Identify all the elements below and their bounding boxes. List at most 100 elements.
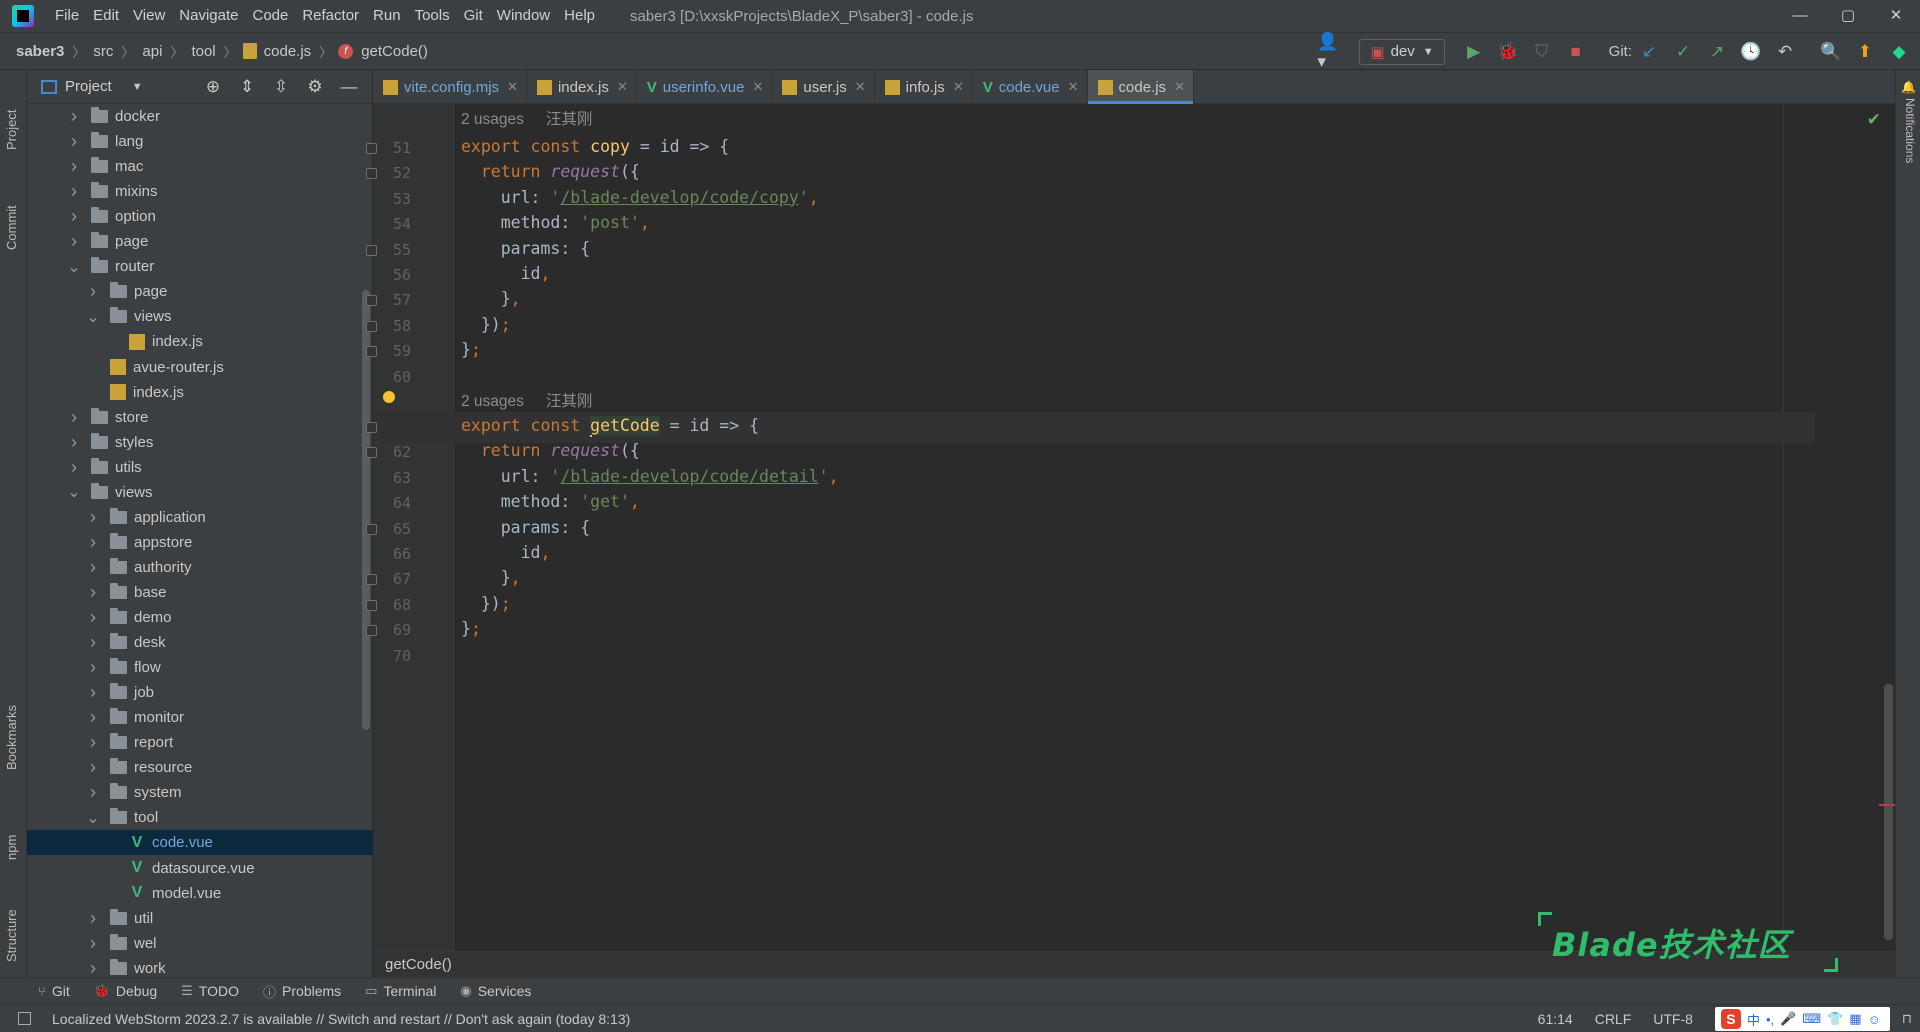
tree-item[interactable]: › page [27,279,373,304]
tree-item[interactable]: › option [27,204,373,229]
tree-item[interactable]: › report [27,730,373,755]
ime-punctuation-icon[interactable]: •, [1766,1012,1774,1027]
editor-tab[interactable]: Vuserinfo.vue ✕ [637,70,773,104]
ime-emoji-icon[interactable]: ☺ [1868,1012,1881,1027]
tree-item[interactable]: › store [27,405,373,430]
close-tab-icon[interactable]: ✕ [855,79,866,95]
status-message[interactable]: Localized WebStorm 2023.2.7 is available… [52,1011,630,1027]
fold-marker-icon[interactable] [366,599,377,611]
editor-tab[interactable]: Vcode.vue ✕ [973,70,1088,104]
tree-item[interactable]: › appstore [27,530,373,555]
chevron-right-icon[interactable]: › [86,632,100,653]
code-editor[interactable]: 5152535455565758596061626364656667686970… [366,104,1895,951]
hide-icon[interactable]: — [332,77,366,97]
tree-item[interactable]: ⌄ views [27,304,373,329]
menu-window[interactable]: Window [490,0,557,32]
fold-marker-icon[interactable] [366,447,377,459]
user-icon[interactable]: 👤▾ [1317,32,1343,71]
close-tab-icon[interactable]: ✕ [617,79,628,95]
tool-tab-services[interactable]: ◉ Services [460,983,531,999]
tree-item[interactable]: › mixins [27,179,373,204]
editor-tab[interactable]: code.js ✕ [1087,70,1194,104]
close-tab-icon[interactable]: ✕ [1068,79,1079,95]
search-icon[interactable]: 🔍 [1818,39,1844,65]
history-icon[interactable]: 🕓 [1738,39,1764,65]
breadcrumb-src[interactable]: src [91,43,115,60]
tree-item[interactable]: › mac [27,154,373,179]
tree-item[interactable]: avue-router.js [27,355,373,380]
menu-refactor[interactable]: Refactor [295,0,366,32]
menu-run[interactable]: Run [366,0,408,32]
ime-keyboard-icon[interactable]: ⌨ [1802,1011,1821,1027]
lock-icon[interactable]: ⊓ [1902,1011,1912,1027]
chevron-down-icon[interactable]: ▼ [132,81,143,93]
file-encoding[interactable]: UTF-8 [1653,1011,1693,1027]
chevron-right-icon[interactable]: › [86,933,100,954]
tree-item[interactable]: › work [27,956,373,977]
tool-tab-todo[interactable]: ☰ TODO [181,983,239,999]
chevron-down-icon[interactable]: ⌄ [67,482,81,502]
chevron-right-icon[interactable]: › [86,732,100,753]
code-line[interactable]: }); [461,315,511,334]
tree-item[interactable]: ⌄ views [27,480,373,505]
breadcrumb-function[interactable]: getCode() [359,43,430,60]
tree-item[interactable]: › demo [27,605,373,630]
toggle-panels-icon[interactable] [18,1012,31,1025]
chevron-right-icon[interactable]: › [86,582,100,603]
debug-icon[interactable]: 🐞 [1495,39,1521,65]
tree-item[interactable]: › system [27,780,373,805]
code-line[interactable]: export const getCode = id => { [461,416,759,437]
tree-item[interactable]: › util [27,906,373,931]
breadcrumb-tool[interactable]: tool [189,43,217,60]
chevron-down-icon[interactable]: ⌄ [67,257,81,277]
tree-item[interactable]: ⌄ tool [27,805,373,830]
chevron-right-icon[interactable]: › [86,281,100,302]
tree-item[interactable]: › wel [27,931,373,956]
tree-item[interactable]: index.js [27,329,373,354]
error-stripe-mark[interactable] [1879,804,1895,806]
scroll-thumb[interactable] [1884,684,1893,940]
tool-tab-debug[interactable]: 🐞 Debug [94,983,157,999]
chevron-down-icon[interactable]: ⌄ [86,307,100,327]
code-line[interactable]: id, [461,264,551,283]
chevron-right-icon[interactable]: › [67,156,81,177]
tree-item[interactable]: › utils [27,455,373,480]
collapse-all-icon[interactable]: ⇳ [264,77,298,97]
inspection-ok-icon[interactable]: ✔ [1867,110,1881,130]
rollback-icon[interactable]: ↶ [1772,39,1798,65]
fold-marker-icon[interactable] [366,625,377,637]
close-tab-icon[interactable]: ✕ [953,79,964,95]
fold-marker-icon[interactable] [366,346,377,358]
code-line[interactable]: method: 'get', [461,492,640,511]
chevron-down-icon[interactable]: ⌄ [86,808,100,828]
commit-tool-tab[interactable]: Commit [0,170,27,260]
tree-item[interactable]: › page [27,229,373,254]
chevron-right-icon[interactable]: › [67,131,81,152]
code-line[interactable]: return request({ [461,162,640,181]
ime-toolbar[interactable]: S 中 •, 🎤 ⌨ 👕 ▦ ☺ [1714,1007,1890,1031]
menu-edit[interactable]: Edit [86,0,126,32]
code-line[interactable]: url: '/blade-develop/code/detail', [461,467,839,486]
ime-mic-icon[interactable]: 🎤 [1780,1011,1796,1027]
close-tab-icon[interactable]: ✕ [752,79,763,95]
tree-item[interactable]: › desk [27,630,373,655]
tree-item[interactable]: Vdatasource.vue [27,856,373,881]
tree-item[interactable]: › resource [27,755,373,780]
caret-position[interactable]: 61:14 [1538,1011,1573,1027]
tree-item[interactable]: › authority [27,555,373,580]
tree-item[interactable]: › lang [27,129,373,154]
editor-tab[interactable]: index.js ✕ [527,70,637,104]
editor-scrollbar[interactable] [1881,104,1895,951]
locate-icon[interactable]: ⊕ [196,77,230,97]
usages-inlay[interactable]: 2 usages 汪其刚 [461,107,592,129]
stop-icon[interactable]: ■ [1563,39,1589,65]
editor-tab[interactable]: vite.config.mjs ✕ [373,70,527,104]
git-push-icon[interactable]: ↗ [1704,39,1730,65]
chevron-right-icon[interactable]: › [67,231,81,252]
chevron-right-icon[interactable]: › [86,958,100,977]
project-tool-tab[interactable]: Project [0,80,27,160]
chevron-right-icon[interactable]: › [86,532,100,553]
close-tab-icon[interactable]: ✕ [1174,79,1185,95]
menu-git[interactable]: Git [457,0,490,32]
fold-marker-icon[interactable] [366,143,377,154]
